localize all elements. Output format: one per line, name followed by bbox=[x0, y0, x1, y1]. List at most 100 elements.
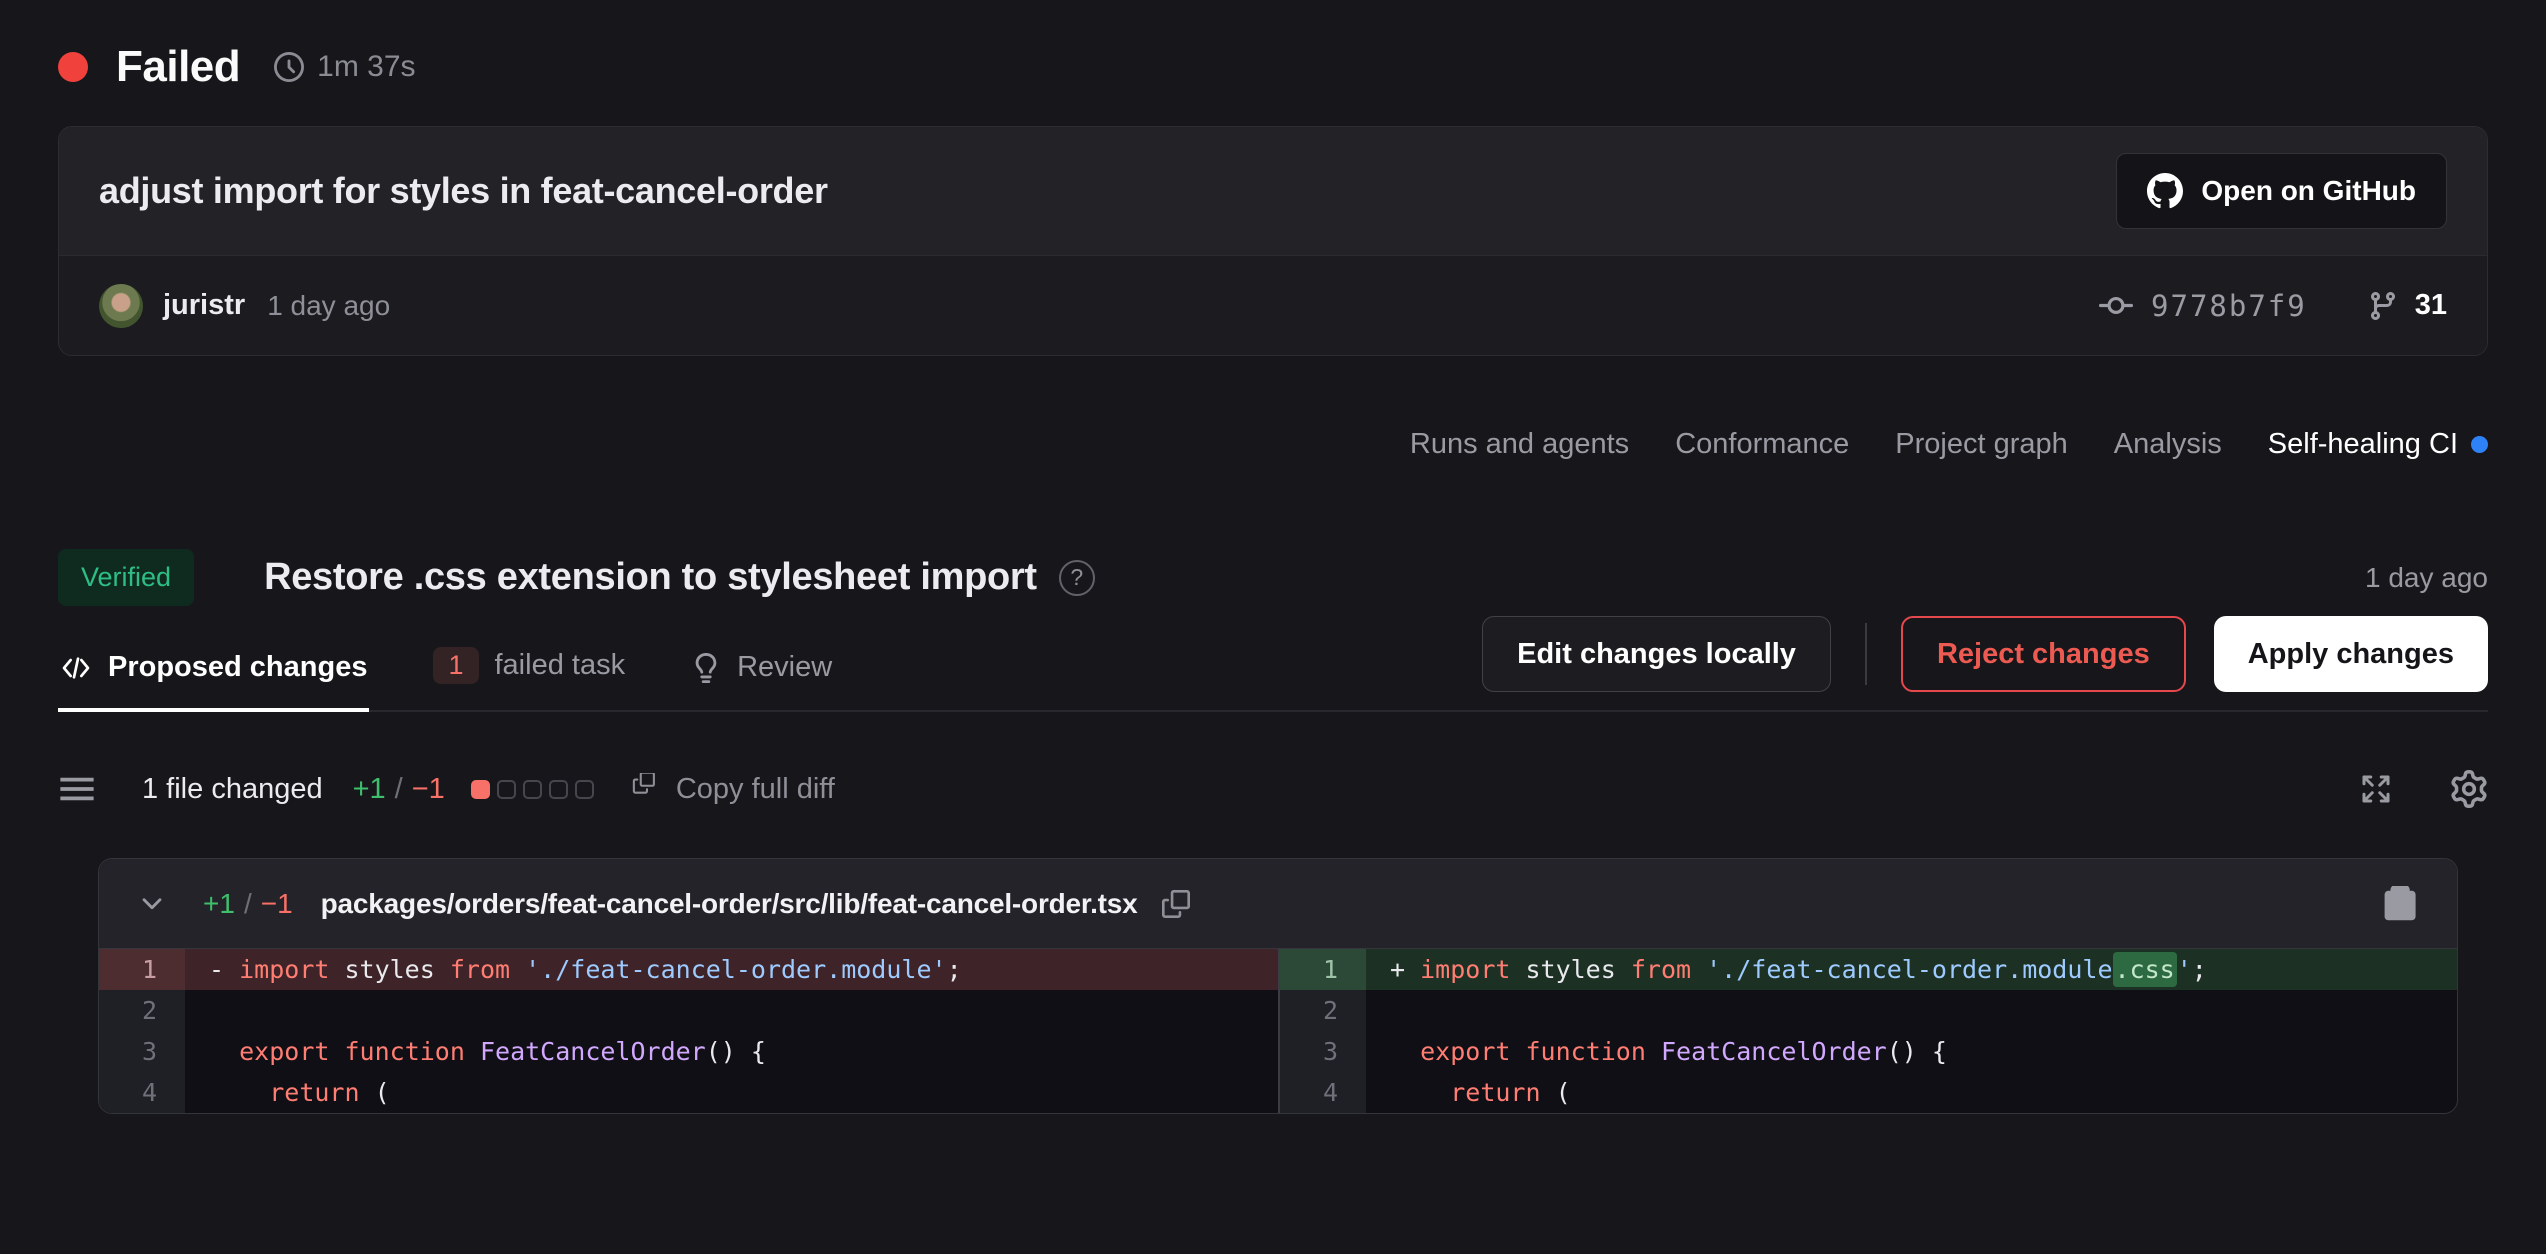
line-number: 3 bbox=[1280, 1031, 1366, 1072]
code-text: + import styles from './feat-cancel-orde… bbox=[1366, 949, 2457, 990]
apply-changes-button[interactable]: Apply changes bbox=[2214, 616, 2488, 692]
code-icon bbox=[60, 652, 92, 684]
failed-task-count: 1 bbox=[433, 647, 478, 684]
fix-actions: Edit changes locally Reject changes Appl… bbox=[1482, 616, 2488, 710]
code-text: return ( bbox=[185, 1072, 1278, 1113]
diff-pane-after: 1+ import styles from './feat-cancel-ord… bbox=[1278, 949, 2457, 1113]
diff-line: 4 return ( bbox=[1280, 1072, 2457, 1113]
git-branch-icon bbox=[2367, 290, 2399, 322]
nav-item-conformance[interactable]: Conformance bbox=[1675, 428, 1849, 461]
gear-icon[interactable] bbox=[2450, 770, 2488, 808]
open-on-github-label: Open on GitHub bbox=[2201, 175, 2416, 207]
commit-card-meta: juristr 1 day ago 9778b7f9 31 bbox=[59, 255, 2487, 355]
tab-review[interactable]: Review bbox=[689, 625, 834, 710]
file-additions: +1 bbox=[203, 888, 235, 920]
run-duration: 1m 37s bbox=[274, 50, 415, 84]
diff-line: 4 return ( bbox=[99, 1072, 1278, 1113]
diff-line: 3 export function FeatCancelOrder() { bbox=[1280, 1031, 2457, 1072]
fix-time: 1 day ago bbox=[2365, 562, 2488, 594]
run-status-label: Failed bbox=[116, 42, 240, 92]
diff-toolbar-right bbox=[2358, 770, 2488, 808]
branch-count-value: 31 bbox=[2415, 289, 2447, 322]
run-status-header: Failed 1m 37s bbox=[58, 0, 2488, 92]
tab-failed-task[interactable]: 1 failed task bbox=[431, 621, 627, 710]
fix-header: Verified Restore .css extension to style… bbox=[58, 549, 2488, 606]
diff-line: 3 export function FeatCancelOrder() { bbox=[99, 1031, 1278, 1072]
avatar bbox=[99, 284, 143, 328]
nav-item-label: Self-healing CI bbox=[2268, 428, 2458, 461]
tab-label: Proposed changes bbox=[108, 651, 367, 684]
open-on-github-button[interactable]: Open on GitHub bbox=[2116, 153, 2447, 229]
help-icon[interactable]: ? bbox=[1059, 560, 1095, 596]
fix-title: Restore .css extension to stylesheet imp… bbox=[264, 556, 1037, 599]
diff-toolbar: 1 file changed +1 / −1 Copy full diff bbox=[58, 770, 2488, 808]
commit-time: 1 day ago bbox=[267, 290, 390, 322]
commit-title: adjust import for styles in feat-cancel-… bbox=[99, 170, 828, 212]
code-text: return ( bbox=[1366, 1072, 2457, 1113]
clock-icon bbox=[274, 52, 304, 82]
line-number: 1 bbox=[99, 949, 185, 990]
run-duration-value: 1m 37s bbox=[317, 50, 415, 84]
tab-proposed-changes[interactable]: Proposed changes bbox=[58, 625, 369, 710]
commit-card: adjust import for styles in feat-cancel-… bbox=[58, 126, 2488, 356]
code-text bbox=[185, 990, 1278, 1031]
git-commit-icon bbox=[2099, 289, 2133, 323]
diff-line: 2 bbox=[1280, 990, 2457, 1031]
count-separator: / bbox=[395, 773, 403, 806]
diff-stat-block-filled bbox=[471, 780, 490, 799]
line-number: 1 bbox=[1280, 949, 1366, 990]
diff-line: 2 bbox=[99, 990, 1278, 1031]
file-path: packages/orders/feat-cancel-order/src/li… bbox=[321, 888, 1138, 920]
nav-item-analysis[interactable]: Analysis bbox=[2114, 428, 2222, 461]
commit-author: juristr 1 day ago bbox=[99, 284, 390, 328]
copy-full-diff-button[interactable]: Copy full diff bbox=[628, 773, 835, 806]
commit-sha[interactable]: 9778b7f9 bbox=[2151, 289, 2307, 323]
copy-file-diff-icon[interactable] bbox=[2383, 886, 2419, 922]
nav-item-self-healing-ci[interactable]: Self-healing CI bbox=[2268, 428, 2488, 461]
deletions-count: −1 bbox=[412, 773, 445, 806]
tab-label: failed task bbox=[495, 649, 626, 682]
failed-status-dot bbox=[58, 52, 88, 82]
diff-pane-before: 1- import styles from './feat-cancel-ord… bbox=[99, 949, 1278, 1113]
nav-item-project-graph[interactable]: Project graph bbox=[1895, 428, 2068, 461]
diff-stat-blocks bbox=[471, 780, 594, 799]
chevron-down-icon[interactable] bbox=[137, 889, 167, 919]
tab-label: Review bbox=[737, 651, 832, 684]
notification-dot bbox=[2471, 436, 2488, 453]
reject-changes-button[interactable]: Reject changes bbox=[1901, 616, 2186, 692]
workspace-nav: Runs and agents Conformance Project grap… bbox=[58, 428, 2488, 461]
copy-path-icon[interactable] bbox=[1162, 890, 1190, 918]
diff-stat-block-empty bbox=[523, 780, 542, 799]
diff-line: 1+ import styles from './feat-cancel-ord… bbox=[1280, 949, 2457, 990]
file-list-menu-icon[interactable] bbox=[58, 770, 96, 808]
diff-line: 1- import styles from './feat-cancel-ord… bbox=[99, 949, 1278, 990]
line-number: 2 bbox=[1280, 990, 1366, 1031]
diff-panes: 1- import styles from './feat-cancel-ord… bbox=[99, 949, 2457, 1113]
code-text: export function FeatCancelOrder() { bbox=[185, 1031, 1278, 1072]
fix-tabs-row: Proposed changes 1 failed task Review Ed… bbox=[58, 616, 2488, 712]
author-name: juristr bbox=[163, 289, 245, 322]
lightbulb-icon bbox=[691, 653, 721, 683]
files-changed-label: 1 file changed bbox=[142, 773, 323, 806]
line-number: 2 bbox=[99, 990, 185, 1031]
line-number: 4 bbox=[99, 1072, 185, 1113]
code-text: export function FeatCancelOrder() { bbox=[1366, 1031, 2457, 1072]
additions-count: +1 bbox=[353, 773, 386, 806]
fix-tabs: Proposed changes 1 failed task Review bbox=[58, 616, 834, 710]
copy-full-diff-label: Copy full diff bbox=[676, 773, 835, 806]
commit-card-top: adjust import for styles in feat-cancel-… bbox=[59, 127, 2487, 255]
code-text bbox=[1366, 990, 2457, 1031]
diff-stat-block-empty bbox=[549, 780, 568, 799]
verified-badge: Verified bbox=[58, 549, 194, 606]
edit-changes-locally-button[interactable]: Edit changes locally bbox=[1482, 616, 1831, 692]
diff-stat-block-empty bbox=[497, 780, 516, 799]
diff-stat-block-empty bbox=[575, 780, 594, 799]
line-number: 3 bbox=[99, 1031, 185, 1072]
branch-count[interactable]: 31 bbox=[2367, 289, 2447, 322]
github-icon bbox=[2147, 173, 2183, 209]
nav-item-runs-and-agents[interactable]: Runs and agents bbox=[1410, 428, 1629, 461]
fullscreen-icon[interactable] bbox=[2358, 771, 2394, 807]
commit-meta: 9778b7f9 31 bbox=[2099, 289, 2447, 323]
diff-file-header: +1 / −1 packages/orders/feat-cancel-orde… bbox=[99, 859, 2457, 949]
line-number: 4 bbox=[1280, 1072, 1366, 1113]
